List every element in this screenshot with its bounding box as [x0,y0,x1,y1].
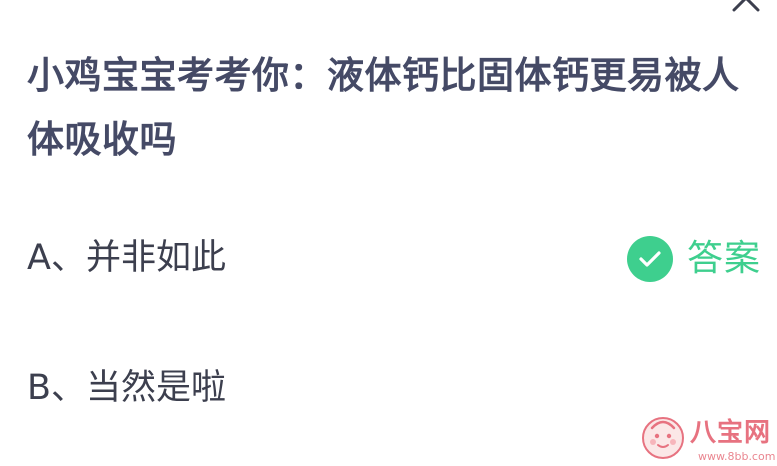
option-a[interactable]: A、并非如此 [27,236,587,280]
close-icon [732,0,760,12]
baby-face-logo-icon [642,417,684,459]
answer-badge: 答案 [627,236,761,282]
option-b[interactable]: B、当然是啦 [27,366,587,410]
question-text: 小鸡宝宝考考你：液体钙比固体钙更易被人体吸收吗 [27,54,740,161]
watermark-url: www.8bb.com [698,450,776,463]
answer-label: 答案 [687,238,762,279]
close-button[interactable] [726,0,766,14]
watermark: 八宝网 www.8bb.com [638,410,777,466]
check-icon [627,236,673,282]
watermark-brand: 八宝网 [690,418,772,448]
